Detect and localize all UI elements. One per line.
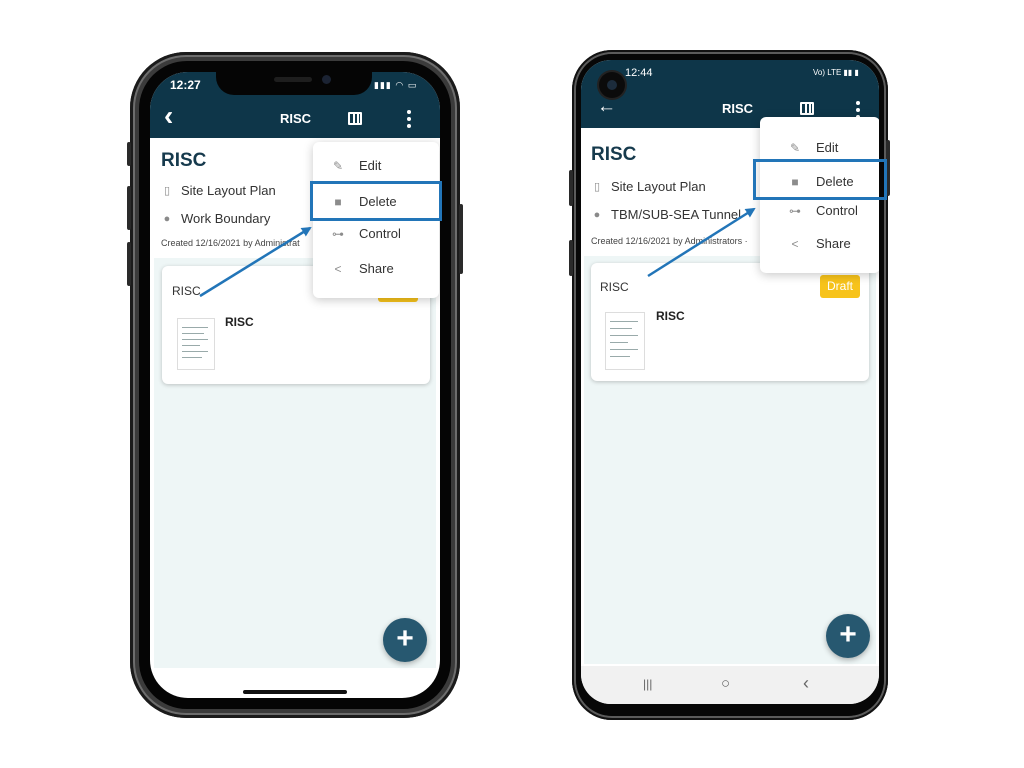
- arrow-android: [647, 207, 756, 278]
- annotation-arrows: [199, 207, 756, 298]
- arrow-iphone: [199, 226, 312, 298]
